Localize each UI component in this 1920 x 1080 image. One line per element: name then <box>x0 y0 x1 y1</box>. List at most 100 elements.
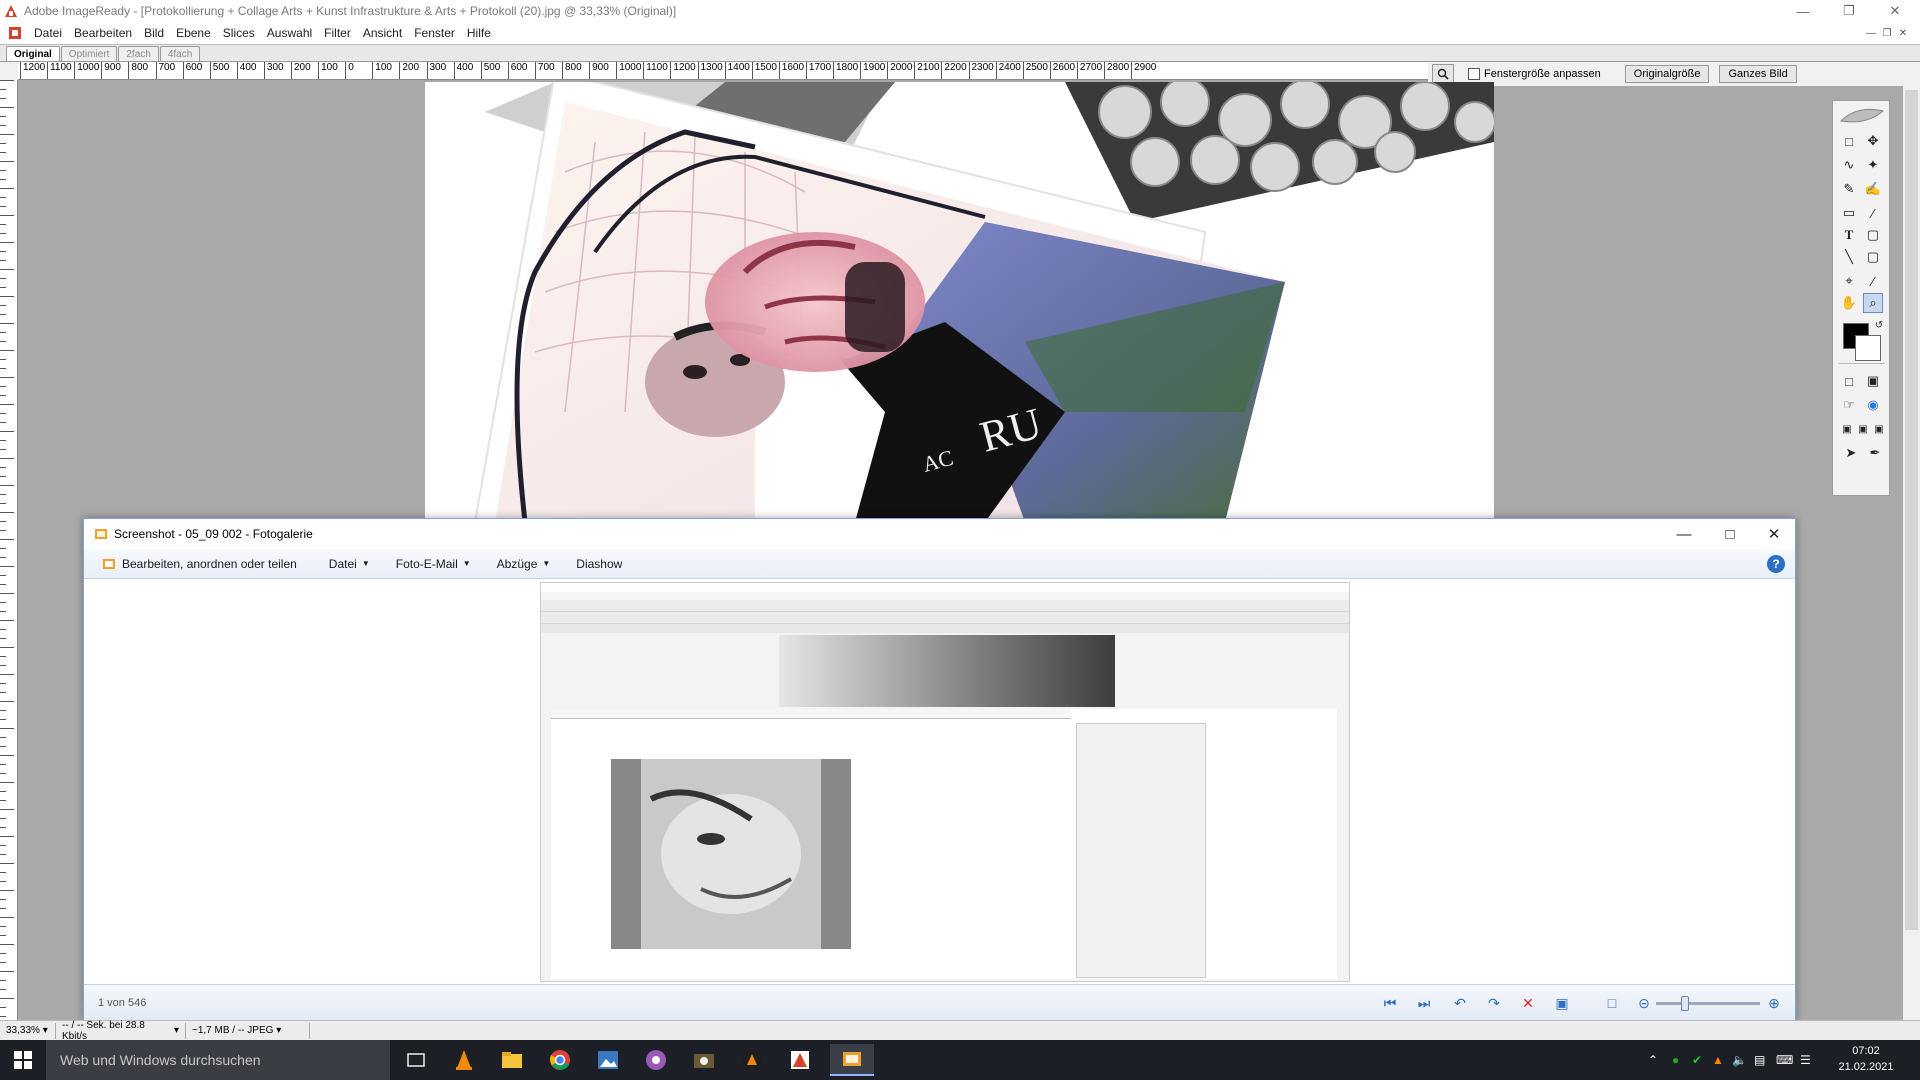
previous-icon[interactable]: ⏮ <box>1380 993 1400 1013</box>
tab-2fach[interactable]: 2fach <box>118 46 159 61</box>
tab-4fach[interactable]: 4fach <box>159 46 201 61</box>
minimize-button[interactable]: — <box>1780 0 1826 22</box>
move-tool-icon[interactable]: ✥ <box>1863 131 1883 151</box>
fit-to-window-icon[interactable]: □ <box>1602 993 1622 1013</box>
scrollbar-thumb[interactable] <box>1905 90 1918 930</box>
menu-auswahl[interactable]: Auswahl <box>261 26 318 40</box>
menu-ebene[interactable]: Ebene <box>170 26 217 40</box>
rectangle-shape-icon[interactable]: ▢ <box>1863 225 1883 245</box>
zoom-slider-thumb[interactable] <box>1681 996 1689 1011</box>
swap-colors-icon[interactable]: ↺ <box>1869 315 1889 335</box>
volume-icon[interactable]: 🔈 <box>1732 1040 1747 1080</box>
vertical-scrollbar[interactable] <box>1903 80 1920 1020</box>
document-canvas[interactable]: RU AC <box>425 82 1494 522</box>
slideshow-button[interactable]: Diashow <box>568 553 630 575</box>
rotate-left-icon[interactable]: ↶ <box>1450 993 1470 1013</box>
doc-restore-button[interactable]: ❐ <box>1880 26 1894 40</box>
zoom-level[interactable]: 33,33% ▾ <box>0 1022 56 1039</box>
jump-feather-icon[interactable]: ✒ <box>1865 443 1885 463</box>
help-icon[interactable]: ? <box>1767 555 1785 573</box>
brush-icon[interactable]: ∕ <box>1863 203 1883 223</box>
type-tool-icon[interactable]: T <box>1839 225 1859 245</box>
image-map-tool-icon[interactable]: □ <box>1839 371 1859 391</box>
hand-view-icon[interactable]: ☞ <box>1839 395 1859 415</box>
zoom-out-icon[interactable]: ⊝ <box>1634 993 1654 1013</box>
document-icon[interactable] <box>8 26 22 40</box>
photo-gallery-taskbar-icon[interactable] <box>830 1044 874 1076</box>
doc-close-button[interactable]: ✕ <box>1896 26 1910 40</box>
hand-tool-icon[interactable]: ✋ <box>1839 293 1859 313</box>
zoom-slider-track[interactable] <box>1656 1002 1760 1005</box>
menu-slices[interactable]: Slices <box>217 26 261 40</box>
doc-minimize-button[interactable]: — <box>1864 26 1878 40</box>
taskbar-search[interactable]: Web und Windows durchsuchen <box>46 1040 390 1080</box>
file-menu-button[interactable]: Datei ▼ <box>321 553 378 575</box>
download-time[interactable]: -- / -- Sek. bei 28.8 Kbit/s ▾ <box>56 1020 186 1042</box>
zoom-tool-icon[interactable]: ⌕ <box>1863 293 1883 313</box>
tray-chevron-icon[interactable]: ⌃ <box>1648 1040 1658 1080</box>
tab-original[interactable]: Original <box>6 46 60 61</box>
rotate-right-icon[interactable]: ↷ <box>1484 993 1504 1013</box>
menu-bearbeiten[interactable]: Bearbeiten <box>68 26 138 40</box>
file-explorer-icon[interactable] <box>490 1044 534 1076</box>
rect-marquee-icon[interactable]: □ <box>1839 131 1859 151</box>
prints-menu-button[interactable]: Abzüge ▼ <box>489 553 559 575</box>
gallery-maximize-button[interactable]: □ <box>1707 519 1753 549</box>
gallery-photo-view[interactable] <box>84 580 1795 984</box>
network-icon[interactable]: ▤ <box>1754 1040 1765 1080</box>
picasa-icon[interactable] <box>634 1044 678 1076</box>
eyedropper-icon[interactable]: ⁄ <box>1863 271 1883 291</box>
start-button[interactable] <box>0 1040 46 1080</box>
gallery-close-button[interactable]: ✕ <box>1751 519 1797 549</box>
camera-app-icon[interactable] <box>682 1044 726 1076</box>
eraser-icon[interactable]: ▭ <box>1839 203 1859 223</box>
ruler-tick <box>0 674 14 682</box>
zoom-icon[interactable] <box>1432 64 1454 84</box>
preview-browser-icon[interactable]: ◉ <box>1863 395 1883 415</box>
menu-hilfe[interactable]: Hilfe <box>461 26 497 40</box>
slideshow-icon[interactable]: ▣ <box>1552 993 1572 1013</box>
fit-image-button[interactable]: Ganzes Bild <box>1719 65 1797 83</box>
restore-button[interactable]: ❐ <box>1826 0 1872 22</box>
tray-check-icon[interactable]: ✔ <box>1692 1040 1702 1080</box>
imageready-feather-icon[interactable] <box>1837 103 1887 129</box>
menu-fenster[interactable]: Fenster <box>408 26 461 40</box>
lasso-icon[interactable]: ∿ <box>1839 155 1859 175</box>
menu-ansicht[interactable]: Ansicht <box>357 26 408 40</box>
magic-wand-icon[interactable]: ✦ <box>1863 155 1883 175</box>
rounded-rect-icon[interactable]: ▢ <box>1863 247 1883 267</box>
jump-to-photoshop-icon[interactable]: ➤ <box>1841 443 1861 463</box>
background-color-swatch[interactable] <box>1855 335 1881 361</box>
view-mode-3-icon[interactable]: ▣ <box>1869 419 1889 439</box>
zoom-in-icon[interactable]: ⊕ <box>1764 993 1784 1013</box>
photo-viewer-icon[interactable] <box>586 1044 630 1076</box>
notifications-icon[interactable]: ☰ <box>1800 1040 1811 1080</box>
tab-optimiert[interactable]: Optimiert <box>60 46 118 61</box>
gallery-minimize-button[interactable]: — <box>1661 519 1707 549</box>
fit-window-checkbox[interactable] <box>1468 68 1480 80</box>
actual-size-button[interactable]: Originalgröße <box>1624 65 1710 83</box>
media-app-icon[interactable] <box>730 1044 774 1076</box>
close-button[interactable]: ✕ <box>1872 0 1918 22</box>
edit-arrange-share-button[interactable]: Bearbeiten, anordnen oder teilen <box>94 553 305 575</box>
chrome-icon[interactable] <box>538 1044 582 1076</box>
photo-email-button[interactable]: Foto-E-Mail ▼ <box>388 553 479 575</box>
menu-filter[interactable]: Filter <box>318 26 357 40</box>
imageready-taskbar-icon[interactable] <box>778 1044 822 1076</box>
task-view-icon[interactable] <box>394 1044 438 1076</box>
menu-datei[interactable]: Datei <box>28 26 68 40</box>
keyboard-icon[interactable]: ⌨ <box>1776 1040 1793 1080</box>
slice-select-icon[interactable]: ✍ <box>1863 179 1883 199</box>
tray-vlc-icon[interactable]: ▲ <box>1712 1040 1724 1080</box>
next-icon[interactable]: ⏭ <box>1414 993 1434 1013</box>
slice-tool-icon[interactable]: ✎ <box>1839 179 1859 199</box>
crop-icon[interactable]: ⌖ <box>1839 271 1859 291</box>
menu-bild[interactable]: Bild <box>138 26 170 40</box>
image-map-select-icon[interactable]: ▣ <box>1863 371 1883 391</box>
tray-security-icon[interactable]: ● <box>1672 1040 1679 1080</box>
line-tool-icon[interactable]: ╲ <box>1839 247 1859 267</box>
file-size[interactable]: ~1,7 MB / -- JPEG ▾ <box>186 1022 310 1039</box>
delete-icon[interactable]: ✕ <box>1518 993 1538 1013</box>
vlc-icon[interactable] <box>442 1044 486 1076</box>
taskbar-clock[interactable]: 07:02 21.02.2021 <box>1836 1043 1896 1075</box>
